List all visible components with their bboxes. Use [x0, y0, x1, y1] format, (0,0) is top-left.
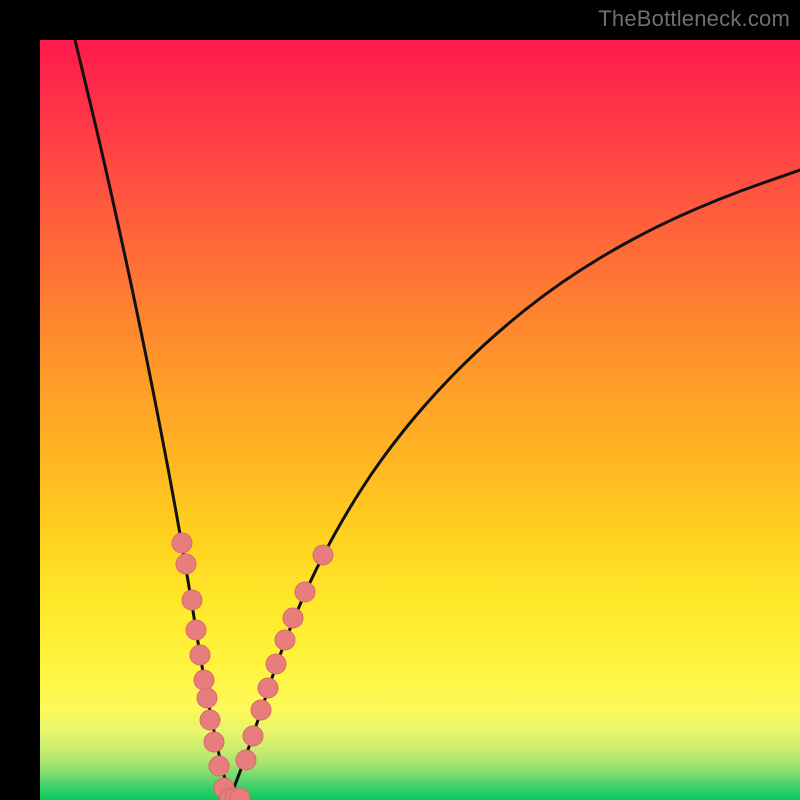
plot-area [40, 40, 800, 800]
data-dot [172, 533, 192, 553]
data-dot [194, 670, 214, 690]
watermark-text: TheBottleneck.com [598, 6, 790, 32]
data-dot [236, 750, 256, 770]
curve-right-branch [230, 170, 800, 798]
chart-frame: TheBottleneck.com [0, 0, 800, 800]
data-dot [266, 654, 286, 674]
data-dot [258, 678, 278, 698]
data-dot [176, 554, 196, 574]
curve-dots [172, 533, 333, 800]
data-dot [200, 710, 220, 730]
data-dot [186, 620, 206, 640]
data-dot [275, 630, 295, 650]
bottleneck-curve-svg [40, 40, 800, 800]
data-dot [243, 726, 263, 746]
data-dot [182, 590, 202, 610]
data-dot [251, 700, 271, 720]
data-dot [204, 732, 224, 752]
data-dot [295, 582, 315, 602]
data-dot [283, 608, 303, 628]
data-dot [209, 756, 229, 776]
data-dot [190, 645, 210, 665]
data-dot [313, 545, 333, 565]
data-dot [197, 688, 217, 708]
